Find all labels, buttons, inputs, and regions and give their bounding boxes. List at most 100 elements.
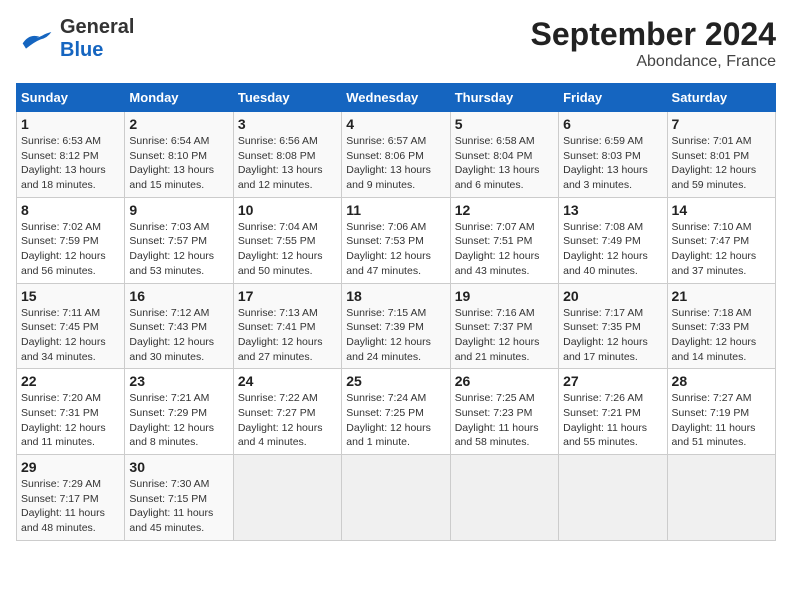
day-info: Sunrise: 7:16 AMSunset: 7:37 PMDaylight:… (455, 306, 554, 365)
day-number: 2 (129, 116, 228, 132)
day-number: 18 (346, 288, 445, 304)
col-friday: Friday (559, 84, 667, 112)
page-header: General Blue September 2024 Abondance, F… (16, 16, 776, 71)
day-number: 12 (455, 202, 554, 218)
calendar-cell: 24 Sunrise: 7:22 AMSunset: 7:27 PMDayligh… (233, 369, 341, 455)
day-number: 8 (21, 202, 120, 218)
day-number: 30 (129, 459, 228, 475)
calendar-cell: 6 Sunrise: 6:59 AMSunset: 8:03 PMDaylight… (559, 112, 667, 198)
day-info: Sunrise: 7:29 AMSunset: 7:17 PMDaylight:… (21, 477, 120, 536)
day-info: Sunrise: 7:27 AMSunset: 7:19 PMDaylight:… (672, 391, 771, 450)
page-title: September 2024 (531, 16, 776, 53)
day-number: 21 (672, 288, 771, 304)
day-number: 7 (672, 116, 771, 132)
calendar-cell: 14 Sunrise: 7:10 AMSunset: 7:47 PMDayligh… (667, 197, 775, 283)
day-info: Sunrise: 7:18 AMSunset: 7:33 PMDaylight:… (672, 306, 771, 365)
calendar-header-row: Sunday Monday Tuesday Wednesday Thursday… (17, 84, 776, 112)
day-info: Sunrise: 6:57 AMSunset: 8:06 PMDaylight:… (346, 134, 445, 193)
calendar-cell (667, 455, 775, 541)
page-subtitle: Abondance, France (531, 53, 776, 71)
day-info: Sunrise: 7:01 AMSunset: 8:01 PMDaylight:… (672, 134, 771, 193)
day-number: 25 (346, 373, 445, 389)
calendar-cell: 10Sunrise: 7:04 AMSunset: 7:55 PMDayligh… (233, 197, 341, 283)
calendar-table: Sunday Monday Tuesday Wednesday Thursday… (16, 83, 776, 541)
day-number: 6 (563, 116, 662, 132)
calendar-cell: 1Sunrise: 6:53 AMSunset: 8:12 PMDaylight… (17, 112, 125, 198)
calendar-cell: 18 Sunrise: 7:15 AMSunset: 7:39 PMDayligh… (342, 283, 450, 369)
col-saturday: Saturday (667, 84, 775, 112)
day-info: Sunrise: 6:58 AMSunset: 8:04 PMDaylight:… (455, 134, 554, 193)
day-info: Sunrise: 7:15 AMSunset: 7:39 PMDaylight:… (346, 306, 445, 365)
calendar-cell: 28 Sunrise: 7:27 AMSunset: 7:19 PMDayligh… (667, 369, 775, 455)
day-info: Sunrise: 7:08 AMSunset: 7:49 PMDaylight:… (563, 220, 662, 279)
calendar-cell: 8Sunrise: 7:02 AMSunset: 7:59 PMDaylight… (17, 197, 125, 283)
logo-text: General Blue (60, 16, 134, 62)
calendar-week-1: 1Sunrise: 6:53 AMSunset: 8:12 PMDaylight… (17, 112, 776, 198)
calendar-cell: 19 Sunrise: 7:16 AMSunset: 7:37 PMDayligh… (450, 283, 558, 369)
calendar-cell: 5 Sunrise: 6:58 AMSunset: 8:04 PMDaylight… (450, 112, 558, 198)
day-number: 26 (455, 373, 554, 389)
day-number: 28 (672, 373, 771, 389)
day-info: Sunrise: 7:06 AMSunset: 7:53 PMDaylight:… (346, 220, 445, 279)
calendar-week-4: 22 Sunrise: 7:20 AMSunset: 7:31 PMDayligh… (17, 369, 776, 455)
day-number: 20 (563, 288, 662, 304)
day-info: Sunrise: 7:25 AMSunset: 7:23 PMDaylight:… (455, 391, 554, 450)
day-info: Sunrise: 6:56 AMSunset: 8:08 PMDaylight:… (238, 134, 337, 193)
day-number: 10 (238, 202, 337, 218)
day-info: Sunrise: 7:11 AMSunset: 7:45 PMDaylight:… (21, 306, 120, 365)
calendar-cell: 2 Sunrise: 6:54 AMSunset: 8:10 PMDaylight… (125, 112, 233, 198)
day-number: 17 (238, 288, 337, 304)
calendar-cell: 27 Sunrise: 7:26 AMSunset: 7:21 PMDayligh… (559, 369, 667, 455)
day-number: 15 (21, 288, 120, 304)
day-number: 19 (455, 288, 554, 304)
day-info: Sunrise: 6:59 AMSunset: 8:03 PMDaylight:… (563, 134, 662, 193)
day-number: 9 (129, 202, 228, 218)
day-number: 3 (238, 116, 337, 132)
day-info: Sunrise: 7:24 AMSunset: 7:25 PMDaylight:… (346, 391, 445, 450)
logo: General Blue (16, 16, 134, 62)
calendar-cell: 17 Sunrise: 7:13 AMSunset: 7:41 PMDayligh… (233, 283, 341, 369)
calendar-cell: 16 Sunrise: 7:12 AMSunset: 7:43 PMDayligh… (125, 283, 233, 369)
day-number: 16 (129, 288, 228, 304)
calendar-cell: 13 Sunrise: 7:08 AMSunset: 7:49 PMDayligh… (559, 197, 667, 283)
day-info: Sunrise: 7:07 AMSunset: 7:51 PMDaylight:… (455, 220, 554, 279)
calendar-cell: 3 Sunrise: 6:56 AMSunset: 8:08 PMDaylight… (233, 112, 341, 198)
day-number: 27 (563, 373, 662, 389)
calendar-cell: 25 Sunrise: 7:24 AMSunset: 7:25 PMDayligh… (342, 369, 450, 455)
col-sunday: Sunday (17, 84, 125, 112)
calendar-cell (450, 455, 558, 541)
calendar-cell: 23 Sunrise: 7:21 AMSunset: 7:29 PMDayligh… (125, 369, 233, 455)
calendar-cell (342, 455, 450, 541)
calendar-cell: 29Sunrise: 7:29 AMSunset: 7:17 PMDayligh… (17, 455, 125, 541)
title-block: September 2024 Abondance, France (531, 16, 776, 71)
logo-icon (16, 30, 56, 50)
calendar-cell: 15 Sunrise: 7:11 AMSunset: 7:45 PMDayligh… (17, 283, 125, 369)
calendar-cell: 9Sunrise: 7:03 AMSunset: 7:57 PMDaylight… (125, 197, 233, 283)
day-info: Sunrise: 7:22 AMSunset: 7:27 PMDaylight:… (238, 391, 337, 450)
day-info: Sunrise: 6:54 AMSunset: 8:10 PMDaylight:… (129, 134, 228, 193)
calendar-cell: 21 Sunrise: 7:18 AMSunset: 7:33 PMDayligh… (667, 283, 775, 369)
day-number: 13 (563, 202, 662, 218)
calendar-week-5: 29Sunrise: 7:29 AMSunset: 7:17 PMDayligh… (17, 455, 776, 541)
day-info: Sunrise: 7:10 AMSunset: 7:47 PMDaylight:… (672, 220, 771, 279)
day-info: Sunrise: 7:12 AMSunset: 7:43 PMDaylight:… (129, 306, 228, 365)
day-number: 5 (455, 116, 554, 132)
day-number: 4 (346, 116, 445, 132)
day-info: Sunrise: 6:53 AMSunset: 8:12 PMDaylight:… (21, 134, 120, 193)
calendar-week-2: 8Sunrise: 7:02 AMSunset: 7:59 PMDaylight… (17, 197, 776, 283)
day-number: 22 (21, 373, 120, 389)
calendar-cell: 22 Sunrise: 7:20 AMSunset: 7:31 PMDayligh… (17, 369, 125, 455)
day-info: Sunrise: 7:20 AMSunset: 7:31 PMDaylight:… (21, 391, 120, 450)
calendar-cell: 30 Sunrise: 7:30 AMSunset: 7:15 PMDayligh… (125, 455, 233, 541)
day-info: Sunrise: 7:13 AMSunset: 7:41 PMDaylight:… (238, 306, 337, 365)
day-number: 11 (346, 202, 445, 218)
day-number: 24 (238, 373, 337, 389)
day-info: Sunrise: 7:26 AMSunset: 7:21 PMDaylight:… (563, 391, 662, 450)
day-number: 14 (672, 202, 771, 218)
day-info: Sunrise: 7:30 AMSunset: 7:15 PMDaylight:… (129, 477, 228, 536)
calendar-cell (559, 455, 667, 541)
day-info: Sunrise: 7:21 AMSunset: 7:29 PMDaylight:… (129, 391, 228, 450)
day-number: 23 (129, 373, 228, 389)
calendar-cell: 11 Sunrise: 7:06 AMSunset: 7:53 PMDayligh… (342, 197, 450, 283)
calendar-cell: 20Sunrise: 7:17 AMSunset: 7:35 PMDayligh… (559, 283, 667, 369)
